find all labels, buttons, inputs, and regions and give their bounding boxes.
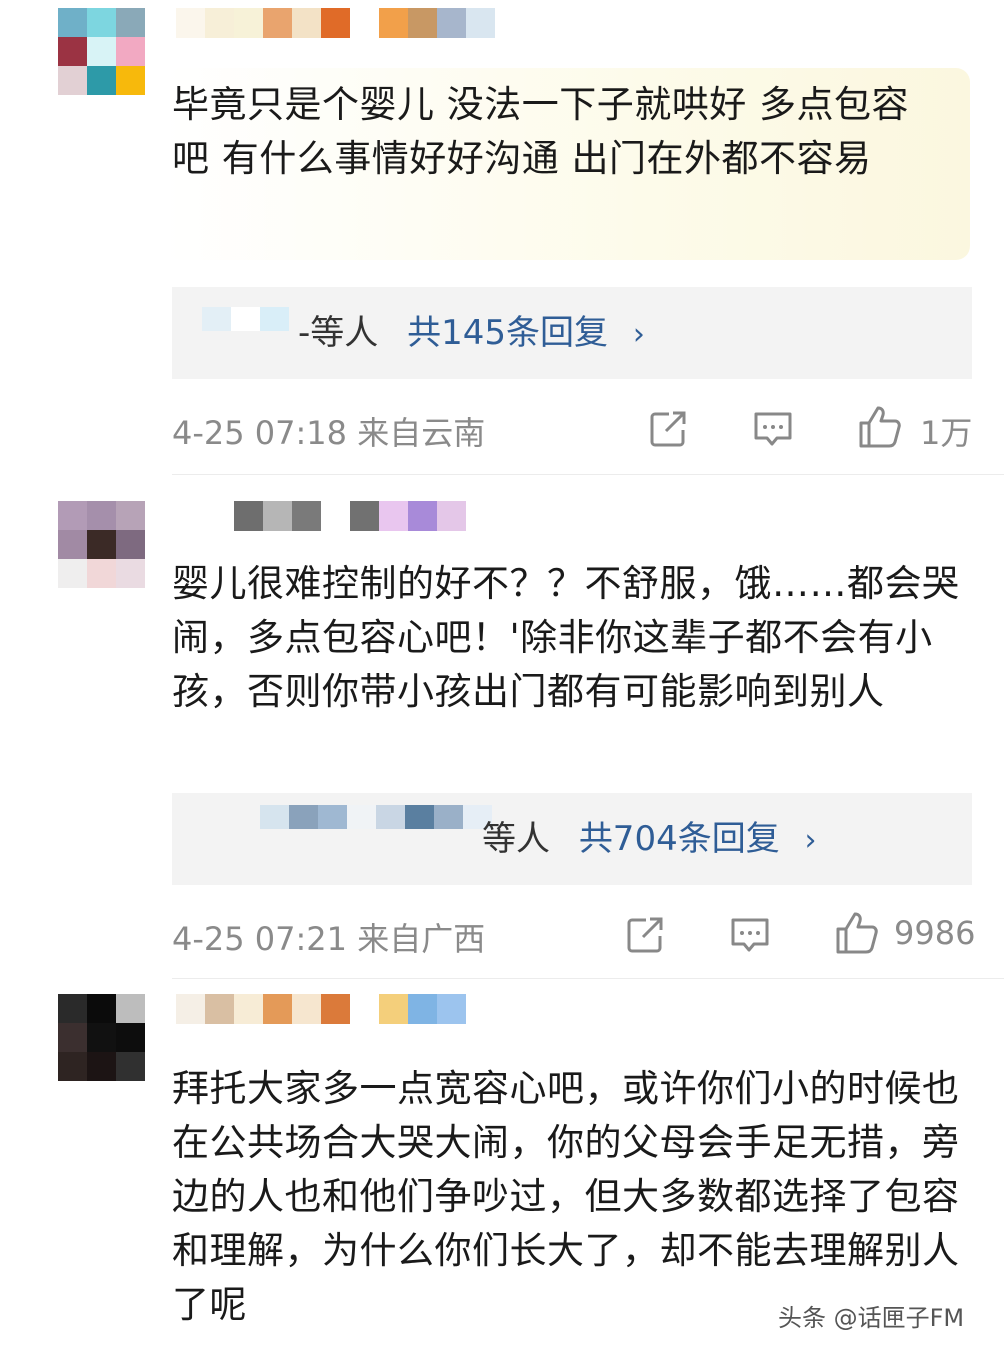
comment-text: 拜托大家多一点宽容心吧，或许你们小的时候也在公共场合大哭大闹，你的父母会手足无措…: [172, 1067, 960, 1326]
username[interactable]: [176, 994, 466, 1024]
watermark: 头条 @话匣子FM: [778, 1304, 965, 1332]
avatar[interactable]: [58, 994, 145, 1081]
comment-item: 拜托大家多一点宽容心吧，或许你们小的时候也在公共场合大哭大闹，你的父母会手足无措…: [0, 0, 1004, 1350]
